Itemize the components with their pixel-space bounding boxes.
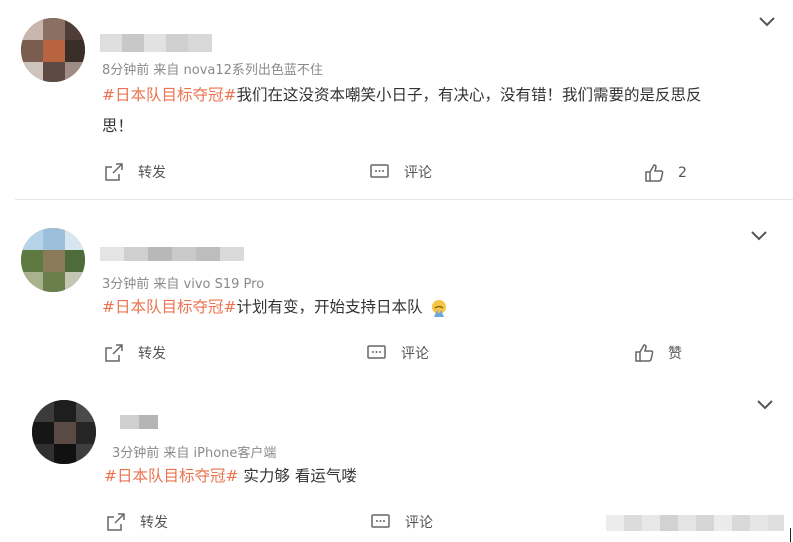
comment-card: 8分钟前 来自 nova12系列出色蓝不住 #日本队目标夺冠#我们在这没资本嘲笑… bbox=[0, 0, 793, 200]
text-cursor bbox=[790, 528, 791, 542]
comment-meta: 3分钟前 来自 vivo S19 Pro bbox=[102, 277, 265, 292]
comment-text-line: 实力够 看运气喽 bbox=[238, 467, 357, 485]
topic-link[interactable]: #日本队目标夺冠# bbox=[104, 467, 238, 485]
repost-label: 转发 bbox=[138, 346, 166, 362]
repost-button[interactable]: 转发 bbox=[104, 162, 166, 182]
repost-button[interactable]: 转发 bbox=[106, 512, 168, 532]
comment-text: #日本队目标夺冠# 实力够 看运气喽 bbox=[104, 461, 784, 492]
blurred-watermark bbox=[606, 515, 784, 531]
repost-button[interactable]: 转发 bbox=[104, 343, 166, 363]
comment-icon bbox=[371, 514, 390, 528]
comment-button[interactable]: 评论 bbox=[370, 162, 432, 182]
repost-icon bbox=[105, 163, 123, 181]
avatar[interactable] bbox=[32, 400, 96, 464]
comment-label: 评论 bbox=[404, 165, 432, 181]
username-blurred[interactable] bbox=[100, 34, 212, 52]
topic-link[interactable]: #日本队目标夺冠# bbox=[102, 86, 236, 104]
comment-icon bbox=[367, 345, 386, 359]
comment-meta: 3分钟前 来自 iPhone客户端 bbox=[112, 446, 277, 461]
comment-label: 评论 bbox=[405, 515, 433, 531]
comment-text-line: 我们在这没资本嘲笑小日子，有决心，没有错！我们需要的是反思反 bbox=[236, 86, 702, 104]
comment-text-line: 思！ bbox=[102, 117, 134, 135]
chevron-down-icon[interactable] bbox=[756, 399, 774, 411]
like-count: 2 bbox=[678, 165, 687, 181]
like-button[interactable]: 2 bbox=[644, 163, 687, 183]
topic-link[interactable]: #日本队目标夺冠# bbox=[102, 298, 236, 316]
comment-card: 3分钟前 来自 vivo S19 Pro #日本队目标夺冠#计划有变，开始支持日… bbox=[0, 200, 793, 375]
comment-icon bbox=[370, 164, 389, 178]
avatar[interactable] bbox=[21, 228, 85, 292]
repost-icon bbox=[105, 344, 123, 362]
chevron-down-icon[interactable] bbox=[750, 230, 768, 242]
like-icon bbox=[645, 164, 664, 182]
repost-icon bbox=[107, 513, 125, 531]
comment-text: #日本队目标夺冠#计划有变，开始支持日本队 bbox=[102, 292, 782, 323]
repost-label: 转发 bbox=[138, 165, 166, 181]
avatar[interactable] bbox=[21, 18, 85, 82]
like-button[interactable]: 赞 bbox=[634, 343, 682, 363]
comment-button[interactable]: 评论 bbox=[367, 343, 429, 363]
comment-label: 评论 bbox=[401, 346, 429, 362]
repost-label: 转发 bbox=[140, 515, 168, 531]
comment-text: #日本队目标夺冠#我们在这没资本嘲笑小日子，有决心，没有错！我们需要的是反思反 … bbox=[102, 80, 782, 142]
comment-meta: 8分钟前 来自 nova12系列出色蓝不住 bbox=[102, 63, 323, 78]
like-label: 赞 bbox=[668, 346, 682, 362]
comment-text-line: 计划有变，开始支持日本队 bbox=[236, 298, 423, 316]
comment-button[interactable]: 评论 bbox=[371, 512, 433, 532]
username-blurred[interactable] bbox=[100, 247, 244, 261]
praying-face-emoji bbox=[432, 299, 447, 317]
comment-card: 3分钟前 来自 iPhone客户端 #日本队目标夺冠# 实力够 看运气喽 转发 … bbox=[0, 375, 793, 542]
chevron-down-icon[interactable] bbox=[758, 16, 776, 28]
username-blurred[interactable] bbox=[120, 415, 158, 429]
like-icon bbox=[635, 344, 654, 362]
